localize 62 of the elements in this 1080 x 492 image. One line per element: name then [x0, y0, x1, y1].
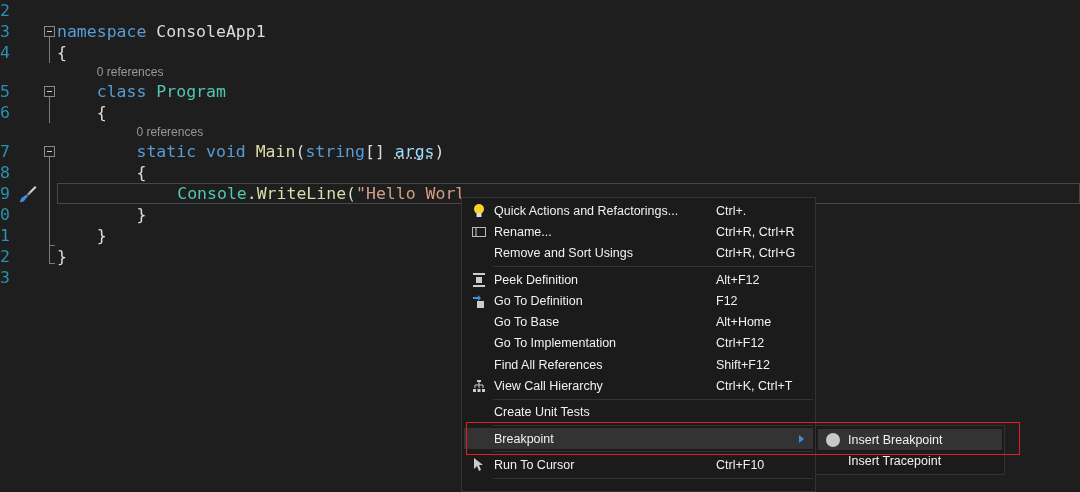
menu-item[interactable]: Go To Definition F12 [464, 290, 813, 312]
line-number: 9 [0, 184, 11, 203]
line-number: 6 [0, 103, 11, 122]
code-token: Main [255, 142, 296, 161]
menu-item[interactable]: Rename... Ctrl+R, Ctrl+R [464, 221, 813, 243]
collapse-toggle[interactable] [44, 146, 55, 157]
code-token: static void [135, 142, 247, 161]
code-token: ( [295, 142, 306, 161]
menu-item[interactable]: Go To Implementation Ctrl+F12 [464, 332, 813, 355]
code-token: } [135, 205, 147, 224]
code-token: "Hello Worl [356, 184, 466, 203]
code-token: string [305, 142, 365, 161]
code-token: } [57, 247, 67, 266]
codelens-text[interactable]: 0 references [96, 65, 164, 79]
line-number: 2 [0, 1, 11, 20]
code-token: Program [156, 82, 226, 101]
peek-icon [473, 272, 485, 287]
hierarchy-icon [473, 380, 485, 392]
line-number: 4 [0, 43, 11, 62]
line-number: 5 [0, 82, 11, 101]
line-number: 1 [0, 226, 11, 245]
collapse-toggle[interactable] [44, 86, 55, 97]
code-token: class [95, 82, 148, 101]
go-to-definition-icon [473, 293, 485, 308]
menu-item[interactable]: Breakpoint [464, 427, 813, 450]
menu-item[interactable]: Create Unit Tests [464, 401, 813, 423]
brush-icon[interactable] [18, 183, 38, 204]
line-number: 2 [0, 247, 11, 266]
menu-item[interactable]: Remove and Sort Usings Ctrl+R, Ctrl+G [464, 242, 813, 264]
code-token: ) [434, 142, 445, 161]
menu-item[interactable]: Go To Base Alt+Home [464, 311, 813, 333]
menu-item[interactable]: Find All References Shift+F12 [464, 354, 813, 376]
line-number: 0 [0, 205, 11, 224]
code-token: } [95, 226, 107, 245]
collapse-toggle[interactable] [44, 26, 55, 37]
line-number: 7 [0, 142, 11, 161]
line-number: 3 [0, 22, 11, 41]
menu-item[interactable]: Insert Tracepoint [818, 450, 1002, 471]
code-token: . [246, 184, 257, 203]
code-token: WriteLine [256, 184, 347, 203]
code-token: { [95, 103, 107, 122]
line-number: 3 [0, 268, 11, 287]
code-token: { [135, 163, 147, 182]
menu-item[interactable]: Insert Breakpoint [818, 429, 1002, 450]
menu-item[interactable]: View Call Hierarchy Ctrl+K, Ctrl+T [464, 375, 813, 397]
menu-item[interactable]: Run To Cursor Ctrl+F10 [464, 454, 813, 476]
submenu-arrow-icon [799, 434, 804, 443]
menu-item[interactable]: Quick Actions and Refactorings... Ctrl+. [464, 200, 813, 222]
breakpoint-icon [826, 432, 840, 447]
code-token: namespace [57, 22, 147, 41]
rename-icon [472, 226, 486, 237]
lightbulb-icon [473, 202, 485, 219]
code-token: Console [176, 184, 247, 203]
code-token: [] [365, 142, 386, 161]
menu-item[interactable]: Peek Definition Alt+F12 [464, 268, 813, 291]
code-token: args [394, 142, 435, 161]
line-number: 8 [0, 163, 11, 182]
cursor-icon [474, 457, 484, 472]
code-token: { [57, 43, 67, 62]
code-token: ( [346, 184, 357, 203]
code-token: ConsoleApp1 [155, 22, 266, 41]
codelens-text[interactable]: 0 references [136, 125, 204, 139]
